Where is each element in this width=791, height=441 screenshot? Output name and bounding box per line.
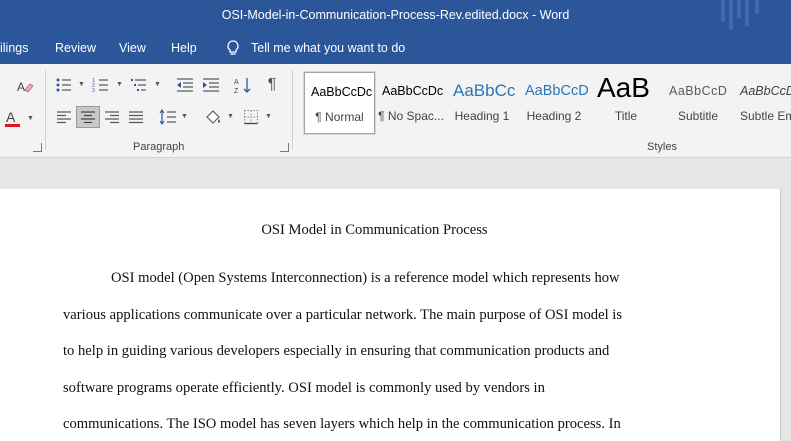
- bullets-button[interactable]: [53, 74, 75, 96]
- tab-help[interactable]: Help: [171, 41, 197, 55]
- tab-mailings[interactable]: ilings: [0, 41, 29, 55]
- document-line: various applications communicate over a …: [63, 307, 623, 323]
- align-left-icon: [57, 111, 71, 124]
- style-normal[interactable]: AaBbCcDc ¶ Normal: [303, 71, 376, 135]
- paint-bucket-icon: [206, 110, 220, 124]
- style-heading-2[interactable]: AaBbCcD Heading 2: [519, 72, 589, 134]
- document-line: to help in guiding various developers es…: [63, 343, 610, 359]
- clear-formatting-button[interactable]: A: [14, 76, 36, 98]
- bullet-list-icon: [56, 78, 71, 92]
- style-sample: AaBbCc: [453, 81, 516, 100]
- document-line: software programs operate efficiently. O…: [63, 380, 545, 396]
- svg-text:A: A: [6, 109, 16, 125]
- align-left-button[interactable]: [53, 106, 75, 128]
- document-title: OSI Model in Communication Process: [261, 222, 488, 238]
- decrease-indent-icon: [177, 78, 193, 92]
- multilevel-dropdown-icon[interactable]: ▼: [154, 81, 161, 88]
- numbering-dropdown-icon[interactable]: ▼: [116, 81, 123, 88]
- document-background: [0, 158, 791, 189]
- style-subtitle[interactable]: AaBbCcD Subtitle: [663, 72, 733, 134]
- svg-text:A: A: [234, 79, 239, 86]
- align-center-icon: [81, 111, 95, 124]
- title-decoration: [721, 0, 759, 30]
- style-name: Subtle Em: [740, 109, 791, 123]
- lightbulb-icon: [227, 40, 239, 55]
- document-page[interactable]: OSI Model in Communication Process OSI m…: [0, 189, 781, 441]
- style-sample: AaB: [597, 72, 650, 103]
- style-sample: AaBbCcD: [740, 84, 791, 98]
- pilcrow-icon: ¶: [267, 76, 277, 93]
- document-line: OSI model (Open Systems Interconnection)…: [111, 270, 620, 286]
- tab-review[interactable]: Review: [55, 41, 96, 55]
- borders-icon: [244, 110, 258, 125]
- line-spacing-icon: [159, 109, 176, 125]
- align-right-button[interactable]: [101, 106, 123, 128]
- align-center-button[interactable]: [76, 106, 100, 128]
- numbering-button[interactable]: 1 2 3: [90, 74, 112, 96]
- style-sample: AaBbCcD: [525, 83, 589, 99]
- borders-button[interactable]: [240, 106, 262, 128]
- paragraph-dialog-launcher-icon[interactable]: [280, 143, 289, 152]
- styles-group-label: Styles: [647, 141, 677, 153]
- paragraph-group-label: Paragraph: [133, 141, 185, 153]
- style-no-spacing[interactable]: AaBbCcDc ¶ No Spac...: [376, 72, 446, 134]
- svg-text:3: 3: [92, 88, 95, 93]
- group-separator: [292, 70, 293, 150]
- style-name: Title: [614, 109, 638, 123]
- style-sample: AaBbCcD: [669, 84, 728, 98]
- tab-view[interactable]: View: [119, 41, 146, 55]
- font-dialog-launcher-icon[interactable]: [33, 143, 42, 152]
- multilevel-list-button[interactable]: [128, 74, 150, 96]
- multilevel-list-icon: [131, 79, 146, 91]
- style-name: Heading 1: [454, 109, 510, 123]
- style-subtle-emphasis[interactable]: AaBbCcD Subtle Em: [734, 72, 791, 134]
- document-line: communications. The ISO model has seven …: [63, 416, 621, 432]
- eraser-icon: A: [17, 80, 34, 94]
- sort-button[interactable]: A Z: [232, 74, 254, 96]
- bullets-dropdown-icon[interactable]: ▼: [78, 81, 85, 88]
- ribbon: A A ▼ ▼ 1 2 3 ▼ ▼ A Z ¶ ▼ ▼ ▼ Paragraph …: [0, 64, 791, 158]
- scrollbar-track[interactable]: [781, 189, 791, 441]
- numbered-list-icon: 1 2 3: [92, 78, 108, 93]
- align-right-icon: [105, 111, 119, 124]
- group-separator: [45, 70, 46, 150]
- style-name: ¶ No Spac...: [378, 109, 444, 123]
- line-spacing-dropdown-icon[interactable]: ▼: [181, 113, 188, 120]
- shading-dropdown-icon[interactable]: ▼: [227, 113, 234, 120]
- sort-icon: A Z: [234, 78, 251, 94]
- svg-text:Z: Z: [234, 88, 239, 94]
- style-sample: AaBbCcDc: [311, 85, 373, 99]
- line-spacing-button[interactable]: [157, 106, 179, 128]
- shading-button[interactable]: [202, 106, 224, 128]
- font-color-dropdown-icon[interactable]: ▼: [27, 115, 34, 122]
- decrease-indent-button[interactable]: [174, 74, 196, 96]
- style-name: ¶ Normal: [315, 110, 364, 124]
- title-bar: OSI-Model-in-Communication-Process-Rev.e…: [0, 0, 791, 33]
- justify-icon: [129, 111, 143, 124]
- tell-me-box[interactable]: Tell me what you want to do: [224, 39, 405, 57]
- ribbon-tabs: ilings Review View Help Tell me what you…: [0, 33, 791, 64]
- font-color-button[interactable]: A: [0, 108, 26, 130]
- borders-dropdown-icon[interactable]: ▼: [265, 113, 272, 120]
- style-title[interactable]: AaB Title: [591, 72, 661, 134]
- svg-text:A: A: [17, 80, 25, 94]
- justify-button[interactable]: [125, 106, 147, 128]
- style-name: Subtitle: [677, 109, 719, 123]
- window-title: OSI-Model-in-Communication-Process-Rev.e…: [221, 8, 570, 22]
- style-heading-1[interactable]: AaBbCc Heading 1: [447, 72, 517, 134]
- style-name: Heading 2: [526, 109, 582, 123]
- font-color-icon: A: [5, 109, 20, 127]
- style-sample: AaBbCcDc: [382, 84, 444, 98]
- tell-me-label: Tell me what you want to do: [251, 41, 406, 55]
- increase-indent-icon: [203, 78, 219, 92]
- show-formatting-button[interactable]: ¶: [262, 74, 282, 96]
- increase-indent-button[interactable]: [200, 74, 222, 96]
